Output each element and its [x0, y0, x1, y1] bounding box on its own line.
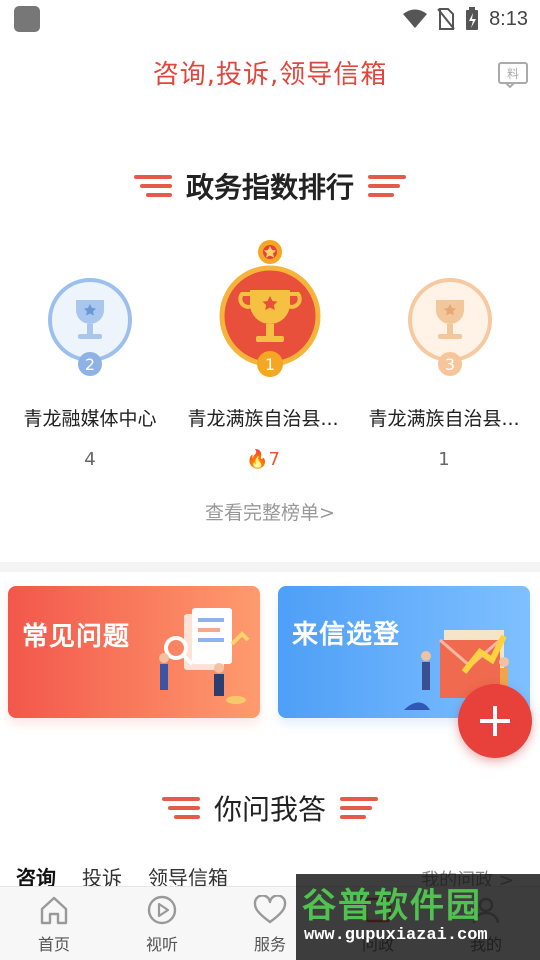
gold-medal-icon: 1: [219, 240, 321, 377]
qa-title: 你问我答: [213, 793, 326, 826]
add-button[interactable]: [458, 684, 532, 758]
rank-score: 4: [84, 449, 96, 470]
rank-item-1[interactable]: 青龙满族自治县... 🔥7: [178, 404, 348, 470]
silver-medal-icon: 2: [48, 278, 132, 376]
status-icons: 8:13: [403, 6, 528, 32]
nav-home[interactable]: 首页: [24, 895, 84, 955]
status-bar: 8:13: [0, 0, 540, 38]
page-title: 咨询,投诉,领导信箱: [152, 60, 388, 90]
faq-illustration-icon: [159, 608, 250, 704]
rank-item-3[interactable]: 青龙满族自治县... 1: [359, 404, 529, 470]
watermark-url: www.gupuxiazai.com: [304, 926, 488, 945]
fire-icon: 🔥: [246, 449, 269, 470]
heart-icon: [253, 894, 287, 924]
ranking-header: 政务指数排行: [0, 166, 540, 206]
battery-icon: [466, 7, 479, 30]
nav-label: 首页: [37, 935, 70, 954]
home-icon: [40, 896, 68, 925]
rank-number: 1: [265, 355, 275, 374]
stripes-left-icon: [133, 175, 172, 197]
stripes-right-icon: [340, 797, 378, 819]
qa-header: 你问我答: [0, 788, 540, 828]
nav-media[interactable]: 视听: [132, 895, 192, 955]
rank-number: 3: [445, 355, 455, 374]
rank-name: 青龙满族自治县...: [187, 408, 339, 430]
nav-label: 服务: [253, 935, 286, 954]
top-bar: 咨询,投诉,领导信箱 料: [0, 38, 540, 108]
rank-score-hot: 🔥7: [178, 449, 348, 470]
news-badge-icon[interactable]: 料: [498, 62, 528, 88]
rank-name: 青龙满族自治县...: [368, 408, 520, 430]
letters-card-title: 来信选登: [292, 620, 401, 650]
clock: 8:13: [489, 7, 528, 30]
faq-card[interactable]: 常见问题: [8, 586, 260, 718]
nav-label: 视听: [145, 935, 178, 954]
view-full-ranking-link[interactable]: 查看完整榜单>: [0, 498, 540, 525]
rank-item-2[interactable]: 青龙融媒体中心 4: [5, 404, 175, 470]
section-divider: [0, 562, 540, 572]
rank-score: 1: [438, 449, 450, 470]
faq-card-title: 常见问题: [22, 622, 131, 652]
svg-text:料: 料: [507, 67, 519, 81]
app-notification-icon: [14, 6, 40, 32]
ranking-title: 政务指数排行: [185, 171, 354, 204]
watermark-title: 谷普软件园: [302, 886, 482, 926]
stripes-right-icon: [368, 175, 406, 197]
stripes-left-icon: [161, 797, 200, 819]
play-icon: [147, 895, 177, 925]
rank-number: 2: [85, 355, 95, 374]
no-sim-icon: [437, 8, 455, 30]
rank-score-value: 7: [268, 449, 280, 470]
nav-service[interactable]: 服务: [240, 894, 300, 955]
wifi-icon: [403, 9, 428, 28]
bronze-medal-icon: 3: [408, 278, 492, 376]
plus-icon: [480, 706, 510, 736]
rank-name: 青龙融媒体中心: [23, 408, 157, 430]
watermark: 谷普软件园 www.gupuxiazai.com: [296, 874, 540, 960]
